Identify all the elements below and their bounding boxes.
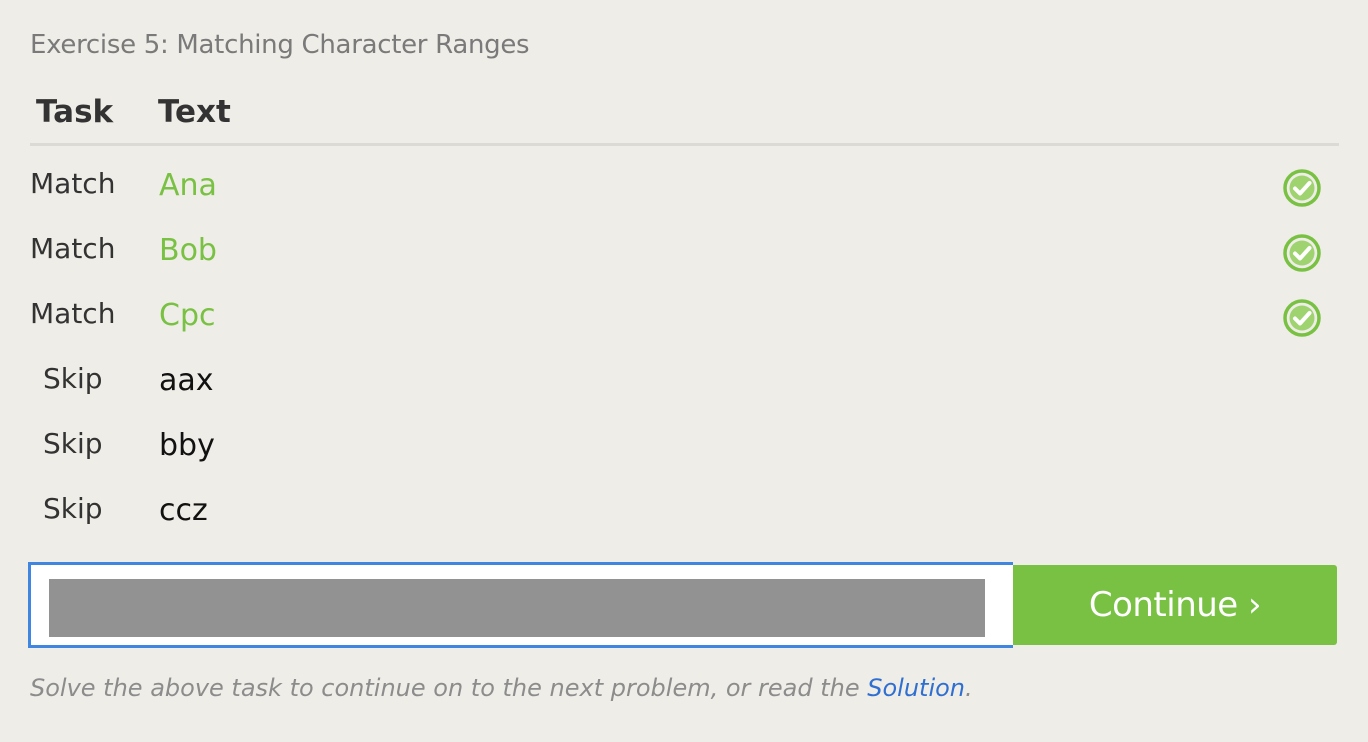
task-label: Skip bbox=[43, 362, 103, 395]
table-row: Skip ccz bbox=[0, 489, 1368, 549]
text-value: Ana bbox=[159, 168, 217, 203]
regex-answer-input[interactable] bbox=[49, 579, 985, 637]
table-row: Match Ana bbox=[0, 164, 1368, 224]
check-circle-icon bbox=[1283, 169, 1321, 207]
table-row: Match Cpc bbox=[0, 294, 1368, 354]
check-circle-icon bbox=[1283, 234, 1321, 272]
text-column-header: Text bbox=[158, 94, 231, 130]
task-label: Skip bbox=[43, 427, 103, 460]
task-label: Match bbox=[30, 232, 116, 265]
task-label: Match bbox=[30, 297, 116, 330]
text-value: Bob bbox=[159, 233, 217, 268]
task-label: Skip bbox=[43, 492, 103, 525]
answer-field-frame bbox=[28, 562, 1013, 648]
check-circle-icon bbox=[1283, 299, 1321, 337]
task-column-header: Task bbox=[36, 94, 114, 130]
continue-button[interactable]: Continue › bbox=[1013, 565, 1337, 645]
exercise-page: Exercise 5: Matching Character Ranges Ta… bbox=[0, 0, 1368, 742]
header-divider bbox=[30, 143, 1339, 146]
text-value: bby bbox=[159, 428, 215, 463]
solution-link[interactable]: Solution bbox=[867, 674, 965, 702]
hint-text: Solve the above task to continue on to t… bbox=[30, 674, 973, 702]
hint-suffix: . bbox=[965, 674, 973, 702]
text-value: ccz bbox=[159, 493, 208, 528]
table-row: Skip bby bbox=[0, 424, 1368, 484]
task-label: Match bbox=[30, 167, 116, 200]
text-value: aax bbox=[159, 363, 214, 398]
exercise-title: Exercise 5: Matching Character Ranges bbox=[30, 30, 530, 60]
hint-prefix: Solve the above task to continue on to t… bbox=[30, 674, 868, 702]
table-row: Match Bob bbox=[0, 229, 1368, 289]
table-row: Skip aax bbox=[0, 359, 1368, 419]
text-value: Cpc bbox=[159, 298, 216, 333]
